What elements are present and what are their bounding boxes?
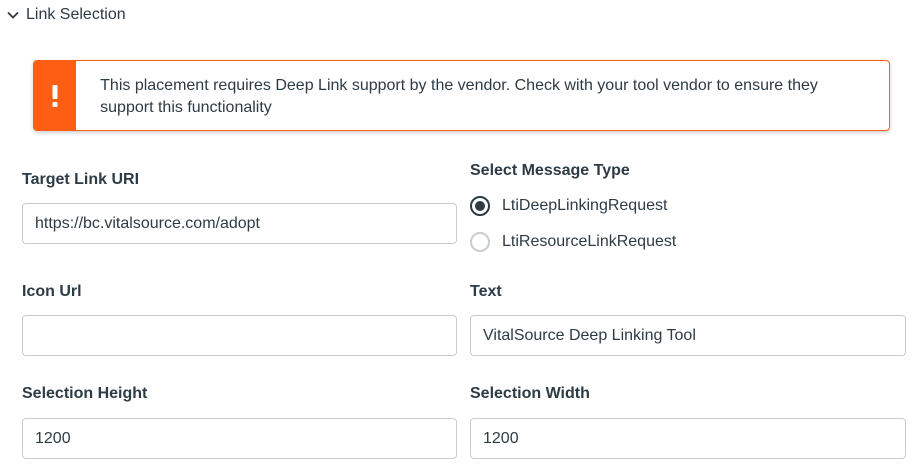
selection-height-input[interactable] — [22, 418, 457, 459]
selection-height-label: Selection Height — [22, 385, 148, 402]
radio-label: LtiDeepLinkingRequest — [502, 197, 668, 214]
radio-lti-deep-linking-request[interactable]: LtiDeepLinkingRequest — [470, 196, 667, 216]
selection-width-input[interactable] — [470, 418, 906, 459]
text-input[interactable] — [470, 315, 906, 356]
target-link-uri-input[interactable] — [22, 203, 457, 244]
radio-label: LtiResourceLinkRequest — [502, 233, 677, 250]
link-selection-toggle[interactable]: Link Selection — [6, 4, 126, 26]
section-title: Link Selection — [26, 6, 126, 23]
radio-lti-resource-link-request[interactable]: LtiResourceLinkRequest — [470, 232, 676, 252]
icon-url-input[interactable] — [22, 315, 457, 356]
target-link-uri-label: Target Link URI — [22, 171, 140, 188]
selection-width-label: Selection Width — [470, 385, 590, 402]
radio-checked-indicator[interactable] — [470, 196, 490, 216]
message-type-label: Select Message Type — [470, 162, 630, 179]
chevron-down-icon — [7, 11, 19, 19]
icon-url-label: Icon Url — [22, 283, 82, 300]
text-label: Text — [470, 283, 502, 300]
warning-alert: This placement requires Deep Link suppor… — [33, 60, 890, 131]
exclamation-icon — [52, 84, 58, 107]
radio-unchecked-indicator[interactable] — [470, 232, 490, 252]
alert-icon-bar — [34, 61, 77, 130]
alert-message: This placement requires Deep Link suppor… — [100, 77, 818, 116]
